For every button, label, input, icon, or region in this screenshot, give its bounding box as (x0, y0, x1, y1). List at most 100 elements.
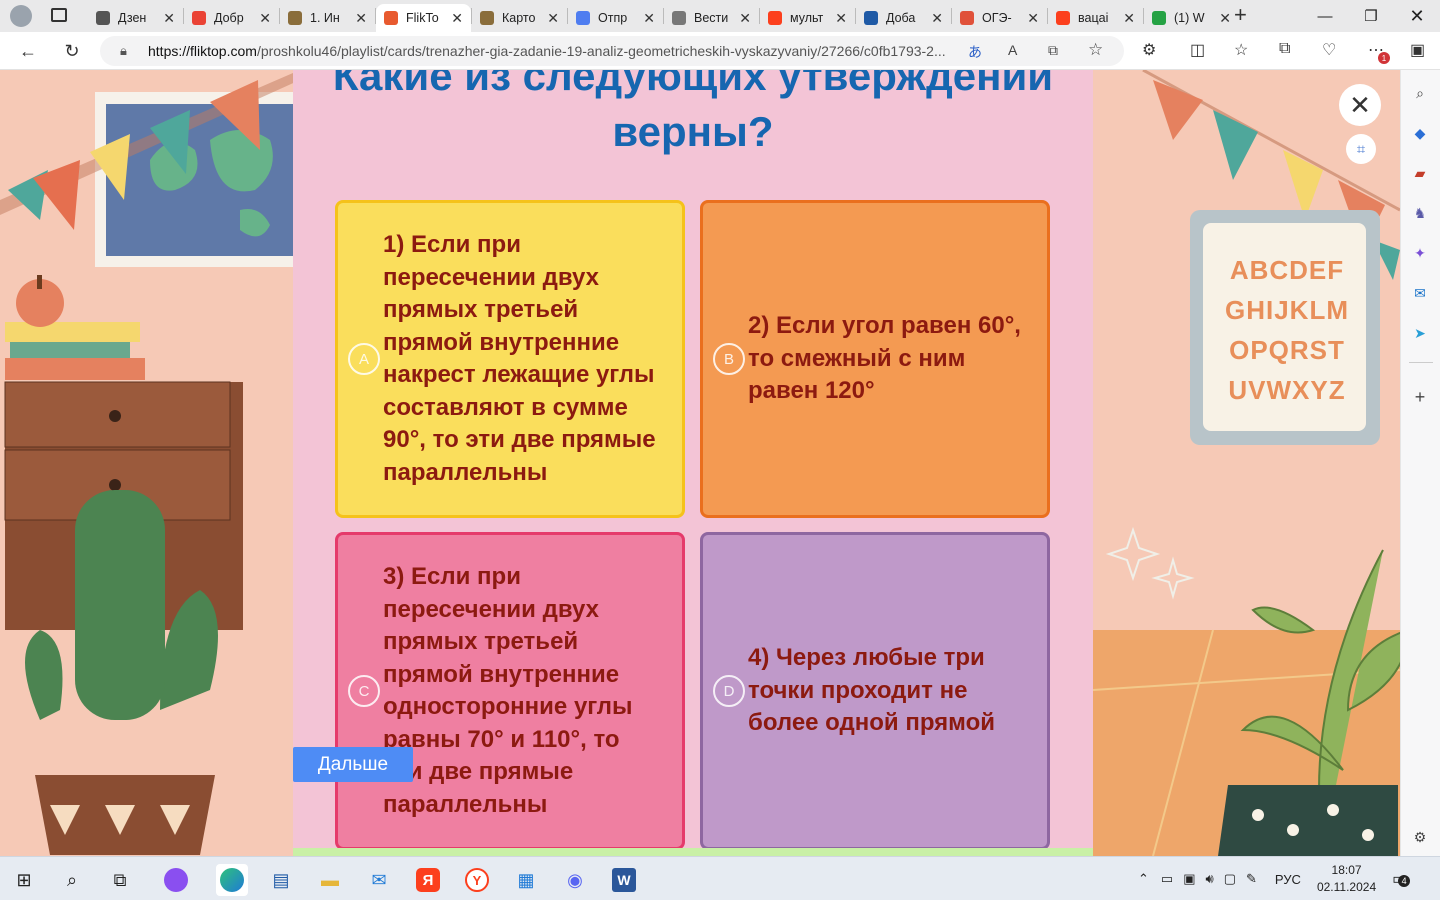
notification-center-icon[interactable]: ▭4 (1392, 869, 1411, 889)
sidebar-toggle-icon[interactable]: ▣ (1410, 40, 1425, 60)
sidebar-settings-icon[interactable]: ⚙ (1409, 826, 1431, 848)
telegram-icon[interactable]: ➤ (1409, 322, 1431, 344)
new-tab-button[interactable]: + (1234, 2, 1247, 28)
task-view-icon[interactable]: ⧉ (104, 864, 136, 896)
meet-icon[interactable]: ▣ (1183, 871, 1195, 887)
back-button[interactable]: ← (13, 36, 43, 66)
answer-option-a[interactable]: A 1) Если при пересечении двух прямых тре… (335, 200, 685, 518)
option-text: 2) Если угол равен 60°, то смежный с ним… (748, 312, 1021, 405)
target-icon (960, 11, 974, 25)
tab-close-icon[interactable]: ✕ (355, 10, 367, 27)
games-icon[interactable]: ♞ (1409, 202, 1431, 224)
file-explorer-icon[interactable]: ▬ (314, 864, 346, 896)
tab-5[interactable]: Отпр ✕ (568, 4, 663, 32)
tab-close-icon[interactable]: ✕ (547, 10, 559, 27)
next-button[interactable]: Дальше (293, 747, 413, 782)
outlook-icon[interactable]: ✉ (1409, 282, 1431, 304)
news-app-icon[interactable]: ▤ (265, 864, 297, 896)
collections-icon[interactable]: ⧉ (1279, 40, 1290, 58)
yandex-app-icon[interactable]: Я (412, 864, 444, 896)
answer-option-b[interactable]: B 2) Если угол равен 60°, то смежный с ни… (700, 200, 1050, 518)
mail-app-icon[interactable]: ✉ (363, 864, 395, 896)
browser-essentials-icon[interactable]: ♡ (1322, 40, 1336, 60)
tray-chevron-icon[interactable]: ⌃ (1138, 871, 1149, 887)
tab-close-icon[interactable]: ✕ (1219, 10, 1231, 27)
tab-close-icon[interactable]: ✕ (1027, 10, 1039, 27)
clock-time: 18:07 (1331, 863, 1362, 877)
tab-title: Добр (214, 11, 244, 25)
window-close-button[interactable]: ✕ (1394, 0, 1440, 32)
favorite-star-icon[interactable]: ☆ (1088, 40, 1103, 60)
close-icon[interactable]: ✕ (1339, 84, 1381, 126)
minimize-button[interactable]: — (1302, 0, 1348, 32)
tab-10[interactable]: вацаі ✕ (1048, 4, 1143, 32)
tab-close-icon[interactable]: ✕ (739, 10, 751, 27)
page-content: ABCDEF GHIJKLM OPQRST UVWXYZ Какие из следу… (0, 70, 1400, 856)
read-aloud-icon[interactable]: A (1008, 42, 1017, 58)
discord-icon[interactable]: ◉ (559, 864, 591, 896)
tab-4[interactable]: Карто ✕ (472, 4, 567, 32)
tab-2[interactable]: 1. Ин ✕ (280, 4, 375, 32)
tab-6[interactable]: Вести ✕ (664, 4, 759, 32)
edge-browser-icon[interactable] (216, 864, 248, 896)
yandex-icon (1056, 11, 1070, 25)
favorites-icon[interactable]: ☆ (1234, 40, 1248, 60)
refresh-button[interactable]: ↻ (57, 36, 87, 66)
profile-avatar[interactable] (10, 5, 32, 27)
pen-icon[interactable]: ✎ (1246, 871, 1257, 887)
right-room-illustration (1093, 70, 1400, 856)
language-indicator[interactable]: РУС (1275, 872, 1301, 887)
tab-close-icon[interactable]: ✕ (163, 10, 175, 27)
extensions-icon[interactable]: ⚙ (1142, 40, 1156, 60)
tab-1[interactable]: Добр ✕ (184, 4, 279, 32)
translate-icon[interactable]: あ (968, 42, 982, 62)
app-available-icon[interactable]: ⧉ (1048, 42, 1058, 59)
security-icon[interactable]: ▢ (1224, 871, 1236, 887)
tab-9[interactable]: ОГЭ- ✕ (952, 4, 1047, 32)
alice-assistant-icon[interactable] (160, 864, 192, 896)
answer-option-c[interactable]: C 3) Если при пересечении двух прямых тре… (335, 532, 685, 850)
quiz-panel: Какие из следующих утверждений верны? A1… (293, 70, 1093, 856)
store-icon[interactable]: ▦ (510, 864, 542, 896)
alphabet-row: OPQRST (1229, 335, 1345, 365)
add-sidebar-item-icon[interactable]: + (1409, 386, 1431, 408)
start-windows-icon[interactable]: ⊞ (8, 864, 40, 896)
tab-close-icon[interactable]: ✕ (835, 10, 847, 27)
tab-8[interactable]: Доба ✕ (856, 4, 951, 32)
visual-search-icon[interactable]: ⌗ (1346, 134, 1376, 164)
copilot-icon[interactable]: ✦ (1409, 242, 1431, 264)
yandex-browser-icon[interactable]: Y (461, 864, 493, 896)
shopping-tag-icon[interactable]: ◆ (1409, 122, 1431, 144)
clock[interactable]: 18:07 02.11.2024 (1317, 862, 1376, 896)
network-icon[interactable]: ▭ (1161, 871, 1173, 887)
volume-icon[interactable]: 🔊︎ (1206, 871, 1214, 887)
gmail-icon (192, 11, 206, 25)
url-text: https://fliktop.com/proshkolu46/playlist… (148, 43, 946, 59)
option-letter: A (348, 343, 380, 375)
tab-7[interactable]: мульт ✕ (760, 4, 855, 32)
tab-title: Вести (694, 11, 729, 25)
document-icon (288, 11, 302, 25)
taskbar-search-icon[interactable]: ⌕ (56, 864, 88, 896)
tab-title: Отпр (598, 11, 628, 25)
split-screen-icon[interactable]: ◫ (1190, 40, 1205, 60)
url-field[interactable]: 🔒︎ https://fliktop.com/proshkolu46/playl… (100, 36, 1124, 66)
tab-close-icon[interactable]: ✕ (643, 10, 655, 27)
tab-11[interactable]: (1) W ✕ (1144, 4, 1239, 32)
tab-close-icon[interactable]: ✕ (451, 10, 463, 27)
question-title: Какие из следующих утверждений верны? (332, 70, 1054, 155)
tab-close-icon[interactable]: ✕ (1123, 10, 1135, 27)
option-text: 3) Если при пересечении двух прямых трет… (383, 563, 633, 818)
option-text: 1) Если при пересечении двух прямых трет… (383, 231, 656, 486)
tab-3[interactable]: FlikTo ✕ (376, 4, 471, 32)
answer-option-d[interactable]: D 4) Через любые три точки проходит не бо… (700, 532, 1050, 850)
tab-0[interactable]: Дзен ✕ (88, 4, 183, 32)
yandex-icon (768, 11, 782, 25)
restore-button[interactable]: ❐ (1348, 0, 1394, 32)
search-icon[interactable]: ⌕ (1409, 82, 1431, 104)
word-icon[interactable]: W (608, 864, 640, 896)
tab-actions-icon[interactable] (51, 8, 67, 22)
tab-close-icon[interactable]: ✕ (931, 10, 943, 27)
tools-briefcase-icon[interactable]: ▰ (1409, 162, 1431, 184)
tab-close-icon[interactable]: ✕ (259, 10, 271, 27)
